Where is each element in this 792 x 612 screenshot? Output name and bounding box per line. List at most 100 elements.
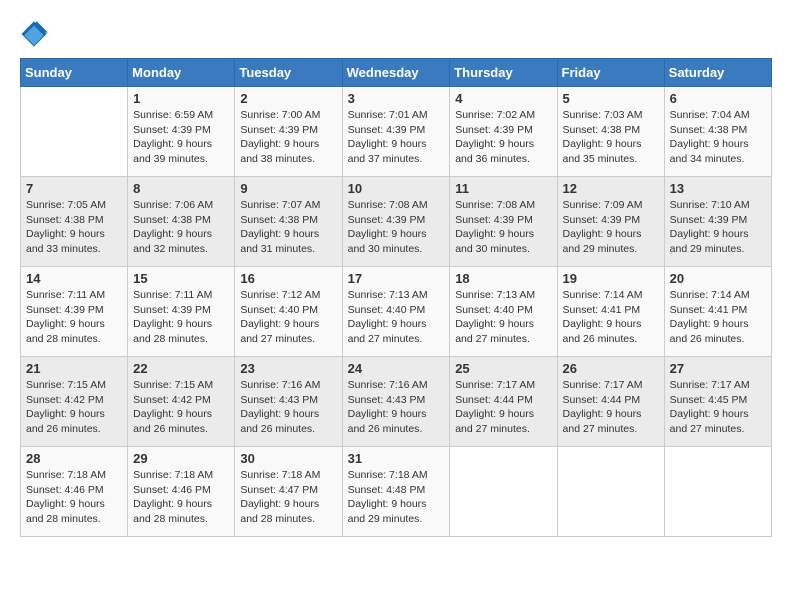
day-number: 14 (26, 271, 122, 286)
week-row-2: 7Sunrise: 7:05 AM Sunset: 4:38 PM Daylig… (21, 177, 772, 267)
calendar-cell: 28 Sunrise: 7:18 AM Sunset: 4:46 PM Dayli… (21, 447, 128, 537)
calendar-cell: 24Sunrise: 7:16 AM Sunset: 4:43 PM Dayli… (342, 357, 450, 447)
calendar-cell: 8 Sunrise: 7:06 AM Sunset: 4:38 PM Daylig… (128, 177, 235, 267)
day-number: 18 (455, 271, 551, 286)
day-number: 10 (348, 181, 445, 196)
day-number: 5 (563, 91, 659, 106)
cell-info: Sunrise: 7:16 AM Sunset: 4:43 PM Dayligh… (240, 378, 336, 437)
calendar-cell: 16 Sunrise: 7:12 AM Sunset: 4:40 PM Dayli… (235, 267, 342, 357)
day-number: 22 (133, 361, 229, 376)
weekday-wednesday: Wednesday (342, 59, 450, 87)
cell-info: Sunrise: 7:01 AM Sunset: 4:39 PM Dayligh… (348, 108, 445, 167)
day-number: 15 (133, 271, 229, 286)
weekday-header-row: SundayMondayTuesdayWednesdayThursdayFrid… (21, 59, 772, 87)
day-number: 28 (26, 451, 122, 466)
cell-info: Sunrise: 7:17 AM Sunset: 4:45 PM Dayligh… (670, 378, 766, 437)
day-number: 20 (670, 271, 766, 286)
day-number: 11 (455, 181, 551, 196)
cell-info: Sunrise: 7:18 AM Sunset: 4:46 PM Dayligh… (26, 468, 122, 527)
week-row-4: 21 Sunrise: 7:15 AM Sunset: 4:42 PM Dayli… (21, 357, 772, 447)
week-row-5: 28 Sunrise: 7:18 AM Sunset: 4:46 PM Dayli… (21, 447, 772, 537)
calendar-cell (557, 447, 664, 537)
calendar-cell (664, 447, 771, 537)
day-number: 16 (240, 271, 336, 286)
cell-info: Sunrise: 7:15 AM Sunset: 4:42 PM Dayligh… (26, 378, 122, 437)
calendar-cell: 11 Sunrise: 7:08 AM Sunset: 4:39 PM Dayli… (450, 177, 557, 267)
day-number: 9 (240, 181, 336, 196)
calendar-cell: 18 Sunrise: 7:13 AM Sunset: 4:40 PM Dayli… (450, 267, 557, 357)
cell-info: Sunrise: 7:10 AM Sunset: 4:39 PM Dayligh… (670, 198, 766, 257)
cell-info: Sunrise: 7:02 AM Sunset: 4:39 PM Dayligh… (455, 108, 551, 167)
day-number: 23 (240, 361, 336, 376)
cell-info: Sunrise: 7:18 AM Sunset: 4:47 PM Dayligh… (240, 468, 336, 527)
logo (20, 20, 52, 48)
cell-info: Sunrise: 7:14 AM Sunset: 4:41 PM Dayligh… (670, 288, 766, 347)
cell-info: Sunrise: 7:16 AM Sunset: 4:43 PM Dayligh… (348, 378, 445, 437)
day-number: 8 (133, 181, 229, 196)
weekday-tuesday: Tuesday (235, 59, 342, 87)
weekday-friday: Friday (557, 59, 664, 87)
calendar-cell: 27 Sunrise: 7:17 AM Sunset: 4:45 PM Dayli… (664, 357, 771, 447)
week-row-1: 1Sunrise: 6:59 AM Sunset: 4:39 PM Daylig… (21, 87, 772, 177)
day-number: 13 (670, 181, 766, 196)
calendar-cell: 31 Sunrise: 7:18 AM Sunset: 4:48 PM Dayli… (342, 447, 450, 537)
calendar-cell (21, 87, 128, 177)
day-number: 3 (348, 91, 445, 106)
calendar-body: 1Sunrise: 6:59 AM Sunset: 4:39 PM Daylig… (21, 87, 772, 537)
weekday-thursday: Thursday (450, 59, 557, 87)
calendar-cell: 6Sunrise: 7:04 AM Sunset: 4:38 PM Daylig… (664, 87, 771, 177)
cell-info: Sunrise: 7:11 AM Sunset: 4:39 PM Dayligh… (26, 288, 122, 347)
day-number: 19 (563, 271, 659, 286)
calendar-cell: 17Sunrise: 7:13 AM Sunset: 4:40 PM Dayli… (342, 267, 450, 357)
calendar-cell: 22 Sunrise: 7:15 AM Sunset: 4:42 PM Dayli… (128, 357, 235, 447)
cell-info: Sunrise: 7:09 AM Sunset: 4:39 PM Dayligh… (563, 198, 659, 257)
cell-info: Sunrise: 7:14 AM Sunset: 4:41 PM Dayligh… (563, 288, 659, 347)
day-number: 21 (26, 361, 122, 376)
calendar-cell: 20 Sunrise: 7:14 AM Sunset: 4:41 PM Dayli… (664, 267, 771, 357)
calendar-cell: 21 Sunrise: 7:15 AM Sunset: 4:42 PM Dayli… (21, 357, 128, 447)
calendar: SundayMondayTuesdayWednesdayThursdayFrid… (20, 58, 772, 537)
day-number: 12 (563, 181, 659, 196)
cell-info: Sunrise: 7:18 AM Sunset: 4:48 PM Dayligh… (348, 468, 445, 527)
day-number: 27 (670, 361, 766, 376)
cell-info: Sunrise: 7:05 AM Sunset: 4:38 PM Dayligh… (26, 198, 122, 257)
logo-icon (20, 20, 48, 48)
cell-info: Sunrise: 7:03 AM Sunset: 4:38 PM Dayligh… (563, 108, 659, 167)
cell-info: Sunrise: 7:06 AM Sunset: 4:38 PM Dayligh… (133, 198, 229, 257)
day-number: 25 (455, 361, 551, 376)
cell-info: Sunrise: 7:17 AM Sunset: 4:44 PM Dayligh… (455, 378, 551, 437)
cell-info: Sunrise: 7:18 AM Sunset: 4:46 PM Dayligh… (133, 468, 229, 527)
calendar-cell: 25 Sunrise: 7:17 AM Sunset: 4:44 PM Dayli… (450, 357, 557, 447)
day-number: 4 (455, 91, 551, 106)
calendar-cell: 5 Sunrise: 7:03 AM Sunset: 4:38 PM Daylig… (557, 87, 664, 177)
calendar-cell: 9Sunrise: 7:07 AM Sunset: 4:38 PM Daylig… (235, 177, 342, 267)
cell-info: Sunrise: 7:08 AM Sunset: 4:39 PM Dayligh… (348, 198, 445, 257)
cell-info: Sunrise: 7:13 AM Sunset: 4:40 PM Dayligh… (455, 288, 551, 347)
calendar-cell: 1Sunrise: 6:59 AM Sunset: 4:39 PM Daylig… (128, 87, 235, 177)
calendar-cell: 13 Sunrise: 7:10 AM Sunset: 4:39 PM Dayli… (664, 177, 771, 267)
calendar-cell: 10 Sunrise: 7:08 AM Sunset: 4:39 PM Dayli… (342, 177, 450, 267)
week-row-3: 14 Sunrise: 7:11 AM Sunset: 4:39 PM Dayli… (21, 267, 772, 357)
day-number: 29 (133, 451, 229, 466)
day-number: 31 (348, 451, 445, 466)
calendar-cell: 4 Sunrise: 7:02 AM Sunset: 4:39 PM Daylig… (450, 87, 557, 177)
calendar-cell: 2 Sunrise: 7:00 AM Sunset: 4:39 PM Daylig… (235, 87, 342, 177)
calendar-cell: 30 Sunrise: 7:18 AM Sunset: 4:47 PM Dayli… (235, 447, 342, 537)
cell-info: Sunrise: 7:08 AM Sunset: 4:39 PM Dayligh… (455, 198, 551, 257)
cell-info: Sunrise: 7:13 AM Sunset: 4:40 PM Dayligh… (348, 288, 445, 347)
day-number: 30 (240, 451, 336, 466)
cell-info: Sunrise: 7:17 AM Sunset: 4:44 PM Dayligh… (563, 378, 659, 437)
calendar-cell: 23 Sunrise: 7:16 AM Sunset: 4:43 PM Dayli… (235, 357, 342, 447)
day-number: 2 (240, 91, 336, 106)
calendar-cell (450, 447, 557, 537)
cell-info: Sunrise: 7:12 AM Sunset: 4:40 PM Dayligh… (240, 288, 336, 347)
weekday-saturday: Saturday (664, 59, 771, 87)
weekday-monday: Monday (128, 59, 235, 87)
cell-info: Sunrise: 7:15 AM Sunset: 4:42 PM Dayligh… (133, 378, 229, 437)
cell-info: Sunrise: 7:00 AM Sunset: 4:39 PM Dayligh… (240, 108, 336, 167)
calendar-cell: 19 Sunrise: 7:14 AM Sunset: 4:41 PM Dayli… (557, 267, 664, 357)
page-header (20, 20, 772, 48)
cell-info: Sunrise: 6:59 AM Sunset: 4:39 PM Dayligh… (133, 108, 229, 167)
calendar-cell: 7Sunrise: 7:05 AM Sunset: 4:38 PM Daylig… (21, 177, 128, 267)
calendar-cell: 3 Sunrise: 7:01 AM Sunset: 4:39 PM Daylig… (342, 87, 450, 177)
